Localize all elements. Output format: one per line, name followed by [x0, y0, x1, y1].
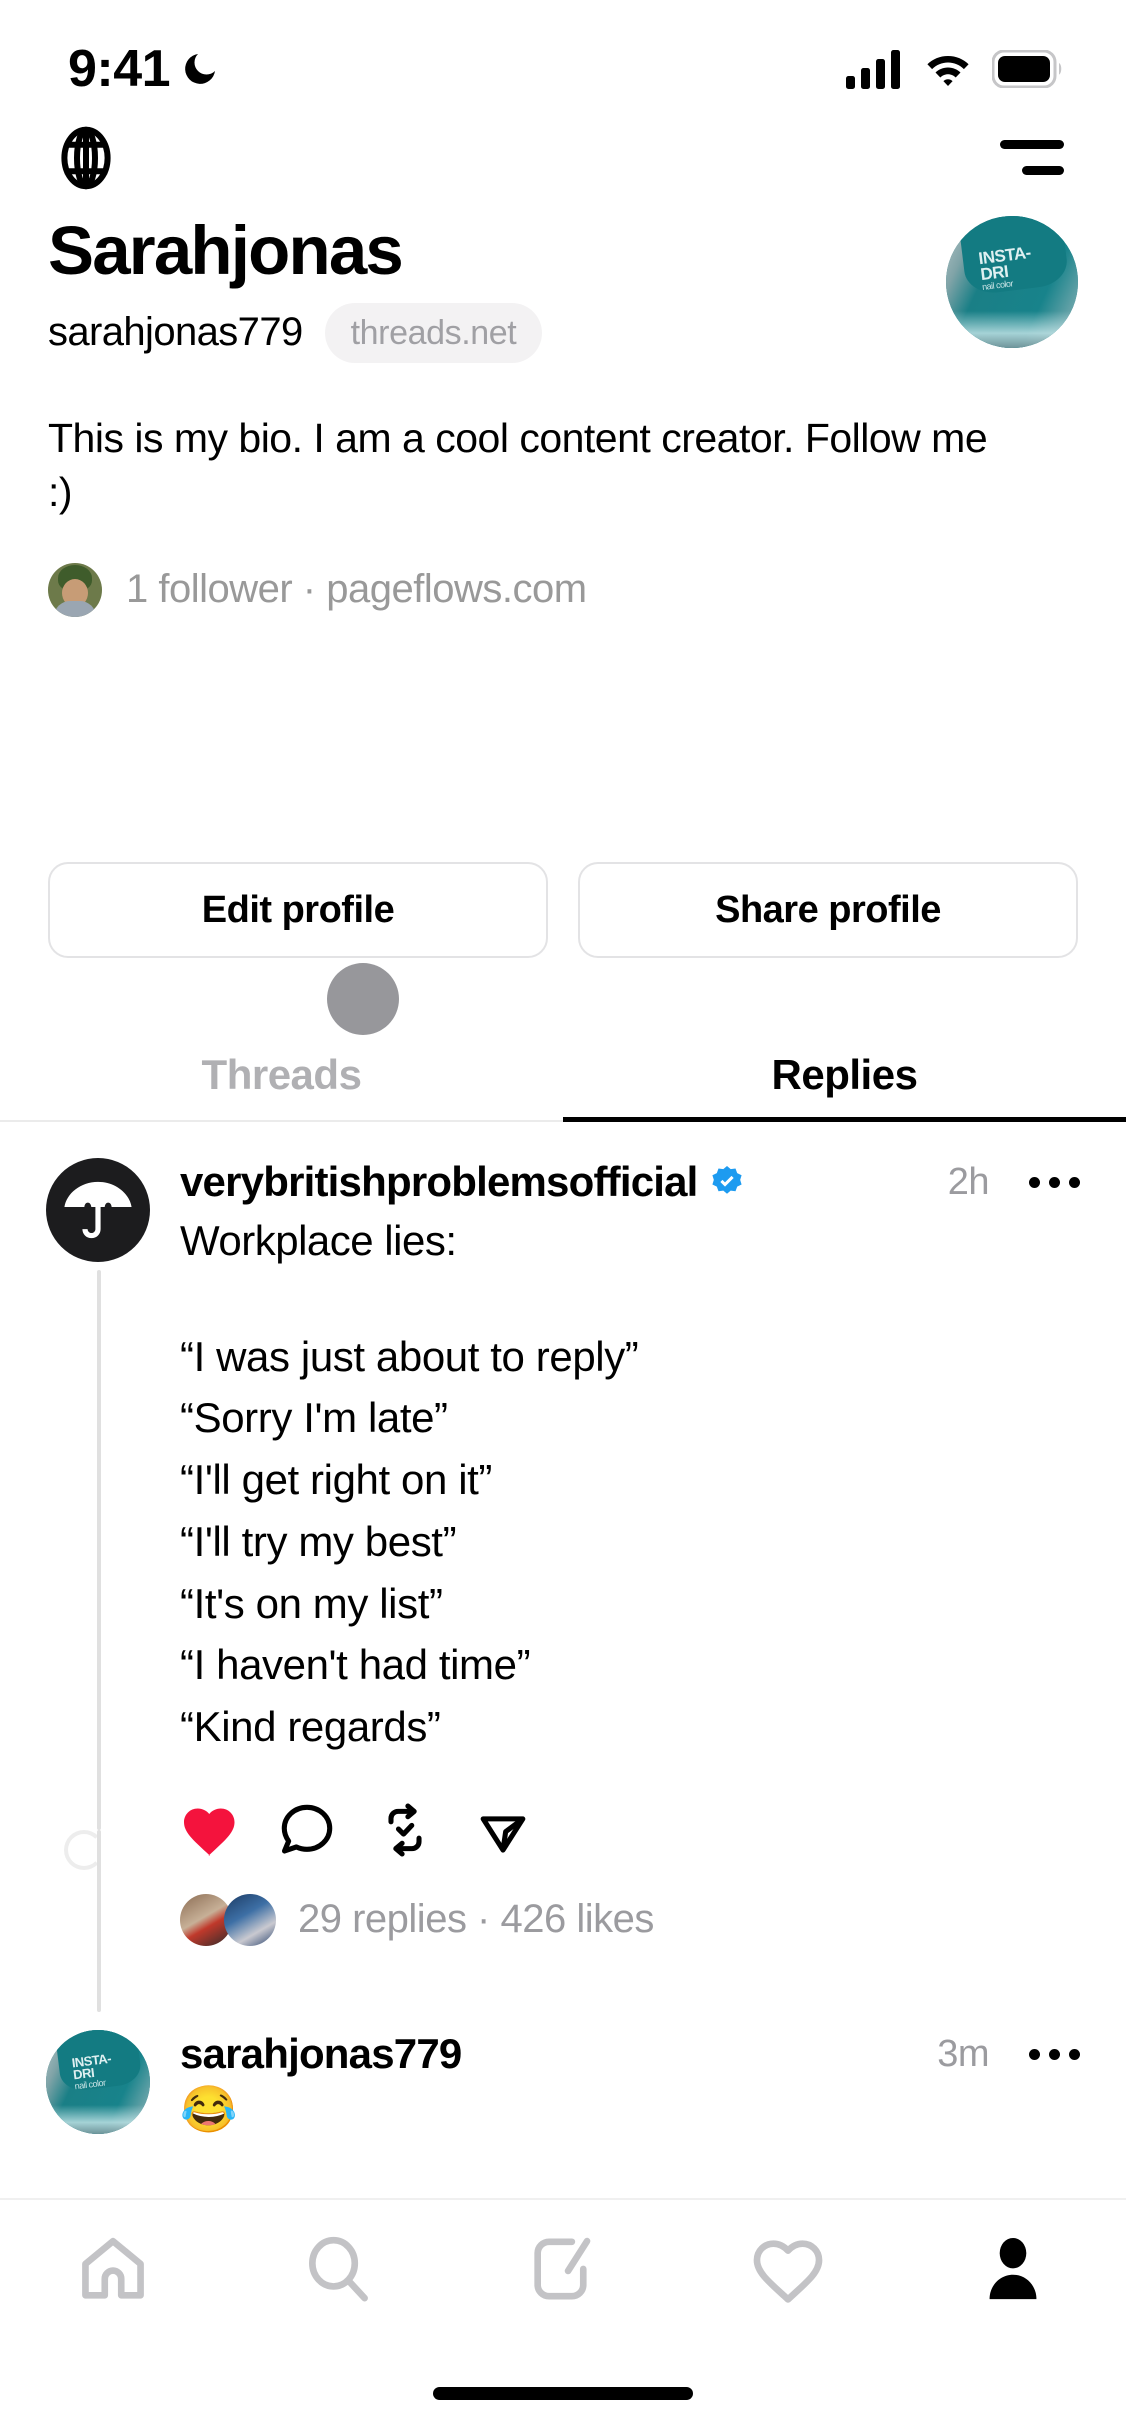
thread-post: verybritishproblemsofficial 2h Workplace…	[0, 1158, 1126, 2012]
post-timestamp: 2h	[947, 1160, 990, 1203]
nav-compose[interactable]	[450, 2199, 675, 2339]
touch-indicator	[327, 963, 399, 1035]
comment-icon	[281, 1804, 333, 1854]
followers-row[interactable]: 1 follower · pageflows.com	[48, 562, 1078, 617]
profile-username: sarahjonas779	[48, 310, 303, 355]
heart-icon	[184, 1808, 235, 1856]
search-icon	[308, 2236, 368, 2302]
post-meta-row[interactable]: 29 replies · 426 likes	[180, 1893, 1080, 1946]
tab-active-underline	[563, 1117, 1126, 1122]
post-quote-line: “I'll get right on it”	[180, 1456, 493, 1504]
post-layout: verybritishproblemsofficial 2h Workplace…	[0, 1158, 1126, 2012]
reply-header-row: sarahjonas779 3m	[180, 2030, 1080, 2078]
post-quote-line: “Kind regards”	[180, 1703, 441, 1751]
edit-profile-button[interactable]: Edit profile	[48, 862, 548, 958]
reply-timestamp: 3m	[937, 2032, 989, 2075]
profile-username-row: sarahjonas779 threads.net	[48, 302, 543, 363]
follower-avatar	[48, 562, 102, 617]
globe-button[interactable]	[46, 118, 126, 198]
globe-icon	[61, 126, 111, 189]
wifi-icon	[927, 56, 969, 86]
reply-layout: INSTA- DRI nail color sarahjonas779 3m 😂	[0, 2030, 1126, 2137]
post-header-row: verybritishproblemsofficial 2h	[180, 1158, 1080, 1206]
status-bar-left: 9:41	[68, 43, 220, 95]
profile-header: Sarahjonas sarahjonas779 threads.net INS…	[0, 200, 1126, 617]
post-quote-line: “I was just about to reply”	[180, 1332, 639, 1380]
profile-tabs: Threads Replies	[0, 1030, 1126, 1120]
post-quote-list: “I was just about to reply” “Sorry I'm l…	[180, 1326, 1080, 1758]
status-time: 9:41	[68, 40, 171, 98]
compose-icon	[534, 2237, 591, 2300]
reply-author-name[interactable]: sarahjonas779	[180, 2030, 462, 2078]
reply-avatar-column: INSTA- DRI nail color	[46, 2030, 156, 2137]
home-indicator	[433, 2387, 693, 2400]
top-nav-bar	[0, 105, 1126, 210]
threads-profile-screen: 9:41 Sarahjonas sarahjonas779 threads.ne…	[0, 0, 1126, 2436]
post-author-avatar[interactable]	[46, 1158, 150, 1262]
post-meta-text: 29 replies · 426 likes	[298, 1897, 654, 1942]
reply-text: 😂	[180, 2083, 238, 2135]
nav-activity[interactable]	[676, 2199, 901, 2339]
menu-button[interactable]	[992, 118, 1072, 198]
post-quote-line: “I haven't had time”	[180, 1641, 531, 1689]
status-bar: 9:41	[0, 0, 1126, 110]
post-avatar-column	[46, 1158, 156, 2012]
bottom-nav-bar	[0, 2198, 1126, 2338]
umbrella-icon	[64, 1181, 132, 1239]
post-quote-line: “I'll try my best”	[180, 1517, 457, 1565]
post-quote-line: “Sorry I'm late”	[180, 1394, 448, 1442]
profile-name-block: Sarahjonas sarahjonas779 threads.net	[48, 200, 543, 363]
nav-profile[interactable]	[901, 2199, 1126, 2339]
hamburger-menu-icon	[1000, 140, 1064, 175]
verified-badge-icon	[711, 1165, 742, 1194]
comment-button[interactable]	[278, 1792, 376, 1868]
nail-polish-bottle-image: INSTA- DRI nail color	[946, 216, 1078, 348]
battery-full-icon	[992, 50, 1062, 88]
repost-button[interactable]	[376, 1792, 474, 1868]
thread-connector-line-lower	[97, 1830, 101, 2012]
profile-bio: This is my bio. I am a cool content crea…	[48, 414, 988, 515]
profile-identity-row: Sarahjonas sarahjonas779 threads.net INS…	[48, 200, 1078, 363]
followers-text: 1 follower · pageflows.com	[126, 567, 587, 612]
thread-reply: INSTA- DRI nail color sarahjonas779 3m 😂	[0, 2030, 1126, 2137]
reply-author-avatar[interactable]: INSTA- DRI nail color	[46, 2030, 150, 2134]
share-icon	[480, 1816, 526, 1853]
profile-action-buttons: Edit profile Share profile	[0, 862, 1126, 958]
repost-icon	[388, 1803, 422, 1857]
profile-icon	[989, 2237, 1037, 2300]
tab-replies[interactable]: Replies	[563, 1030, 1126, 1120]
post-text: Workplace lies:	[180, 1217, 457, 1264]
tab-threads[interactable]: Threads	[0, 1030, 563, 1120]
post-author-name[interactable]: verybritishproblemsofficial	[180, 1158, 698, 1206]
nav-search[interactable]	[225, 2199, 450, 2339]
thread-connector-line	[97, 1270, 101, 1830]
moon-icon	[185, 54, 216, 84]
post-action-bar	[180, 1792, 1080, 1868]
profile-display-name: Sarahjonas	[48, 212, 404, 289]
share-button[interactable]	[474, 1792, 572, 1868]
reply-more-icon[interactable]	[1029, 2048, 1080, 2060]
post-quote-line: “It's on my list”	[180, 1579, 443, 1627]
home-icon	[81, 2237, 144, 2299]
activity-heart-icon	[753, 2240, 823, 2303]
threads-domain-badge[interactable]: threads.net	[324, 302, 543, 363]
like-button[interactable]	[180, 1792, 278, 1868]
post-content: verybritishproblemsofficial 2h Workplace…	[156, 1158, 1080, 1946]
post-more-icon[interactable]	[1029, 1176, 1080, 1188]
cellular-signal-icon	[846, 50, 900, 89]
reply-content: sarahjonas779 3m 😂	[156, 2030, 1080, 2137]
reply-avatars	[180, 1893, 276, 1946]
share-profile-button[interactable]: Share profile	[578, 862, 1078, 958]
reply-avatar-thumb	[224, 1893, 276, 1946]
nav-home[interactable]	[0, 2199, 225, 2339]
status-bar-right	[846, 49, 1064, 89]
avatar[interactable]: INSTA- DRI nail color	[946, 216, 1078, 348]
